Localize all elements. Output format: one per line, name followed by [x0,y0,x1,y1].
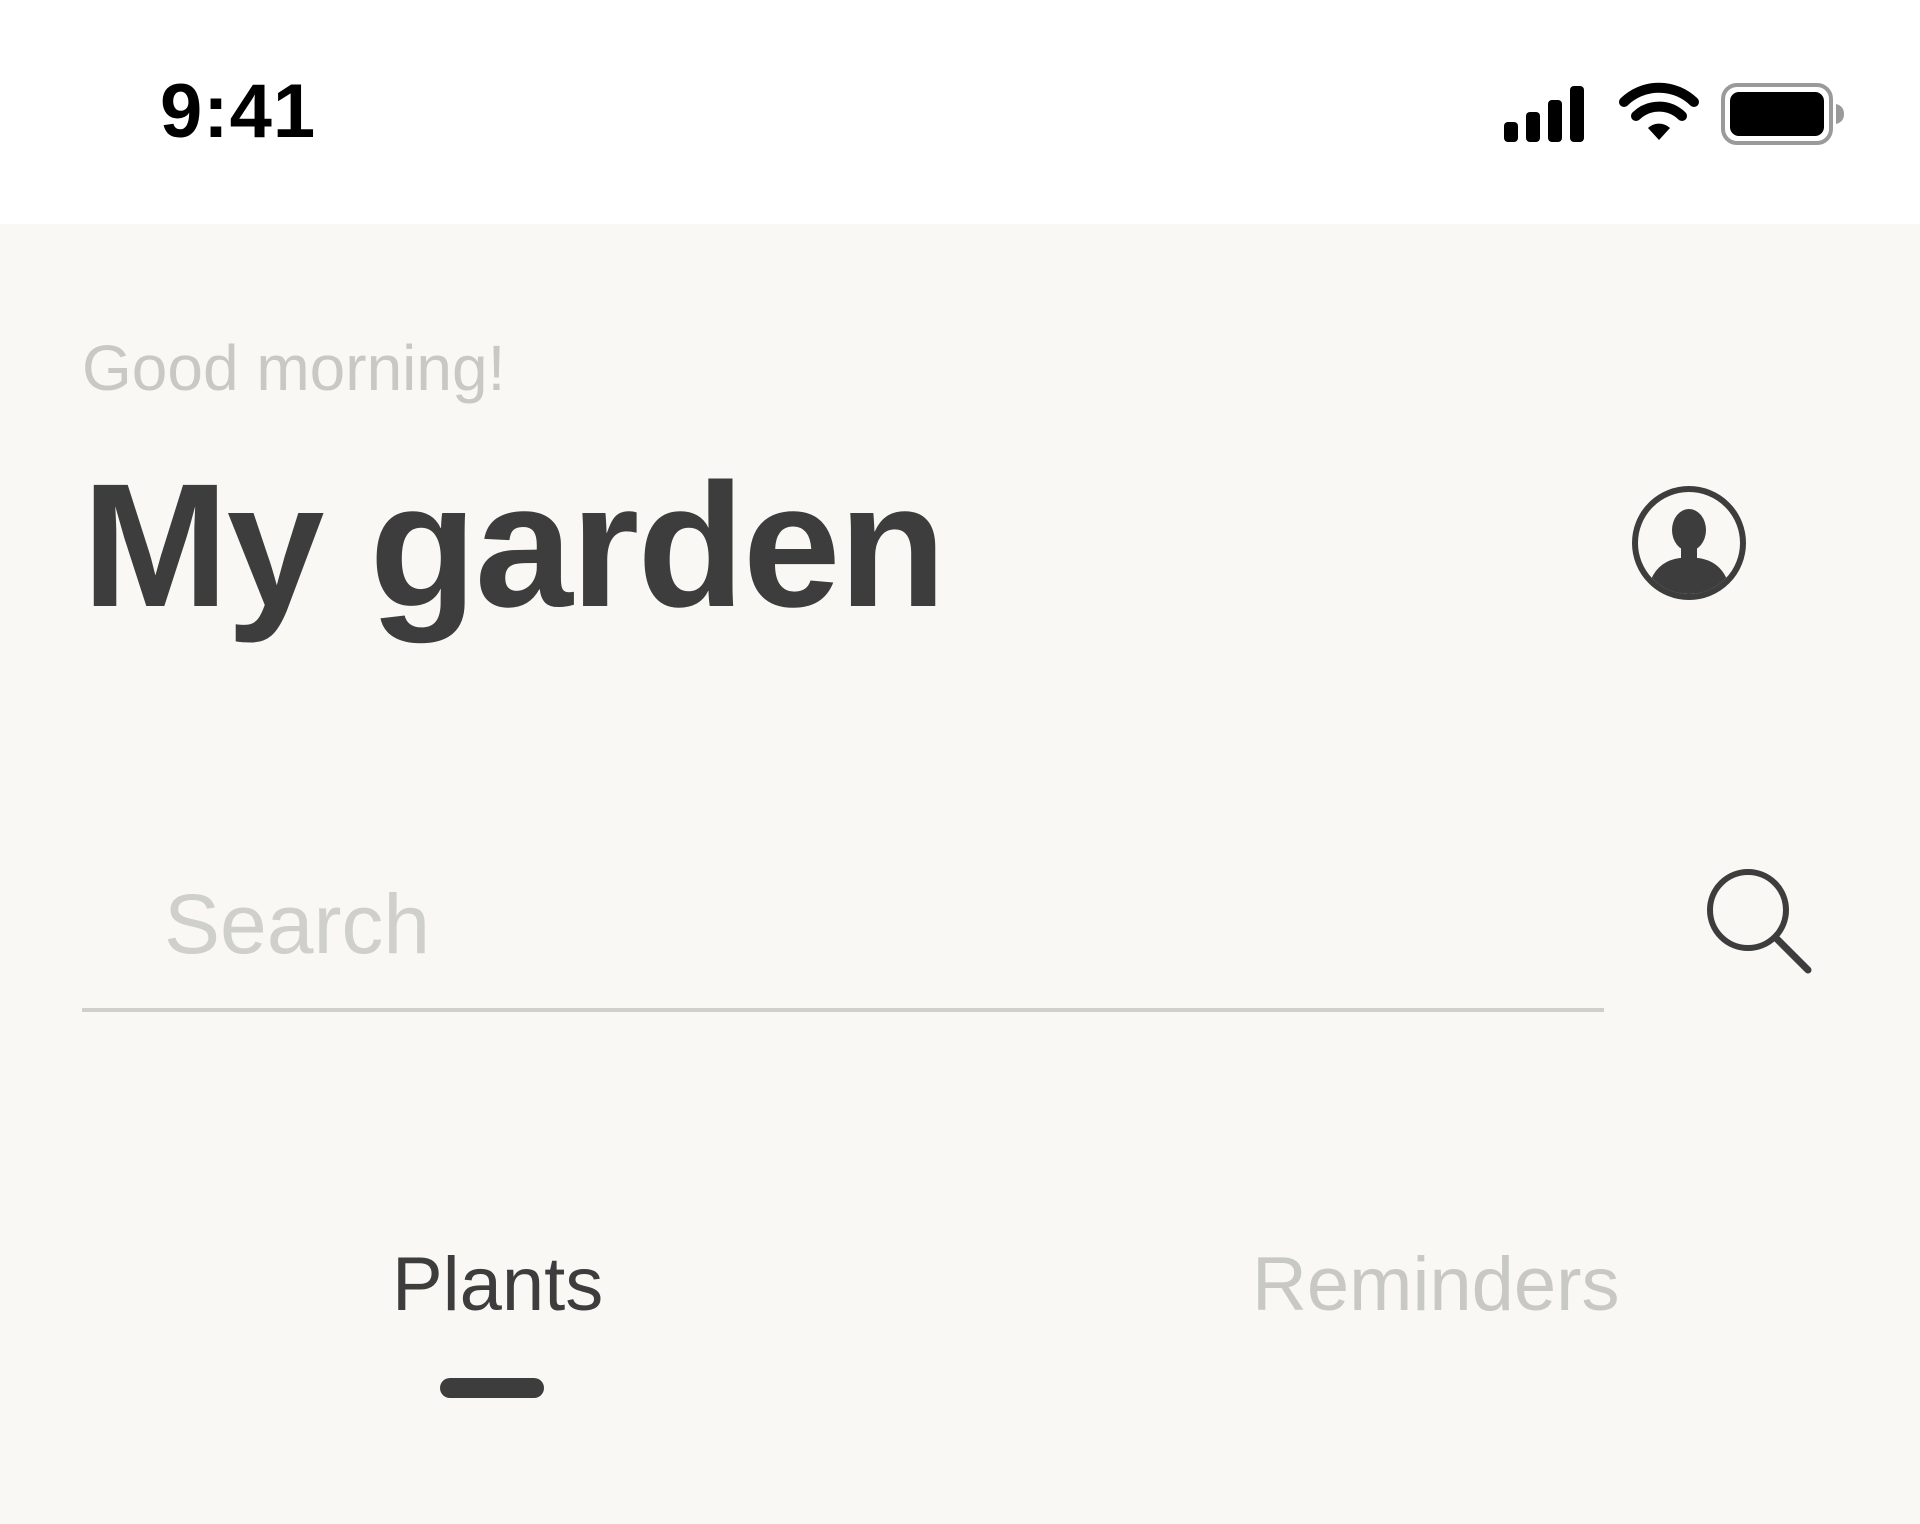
greeting-text: Good morning! [82,332,506,404]
user-avatar-icon [1632,486,1746,600]
active-tab-indicator [440,1378,544,1398]
search-field [82,862,1604,1012]
signal-icon [1504,86,1584,142]
search-input[interactable] [164,862,1564,986]
wifi-icon [1619,82,1699,140]
search-button[interactable] [1700,862,1820,982]
profile-button[interactable] [1630,484,1748,602]
tab-reminders[interactable]: Reminders [1252,1240,1619,1330]
app-screen: 9:41 Good morning! My garden Search Plan… [0,0,1920,1524]
page-title: My garden [82,448,946,644]
tab-plants[interactable]: Plants [392,1240,603,1330]
search-icon [1707,869,1812,974]
status-bar: 9:41 [0,0,1920,224]
battery-icon [1721,83,1844,145]
status-time: 9:41 [160,69,317,154]
